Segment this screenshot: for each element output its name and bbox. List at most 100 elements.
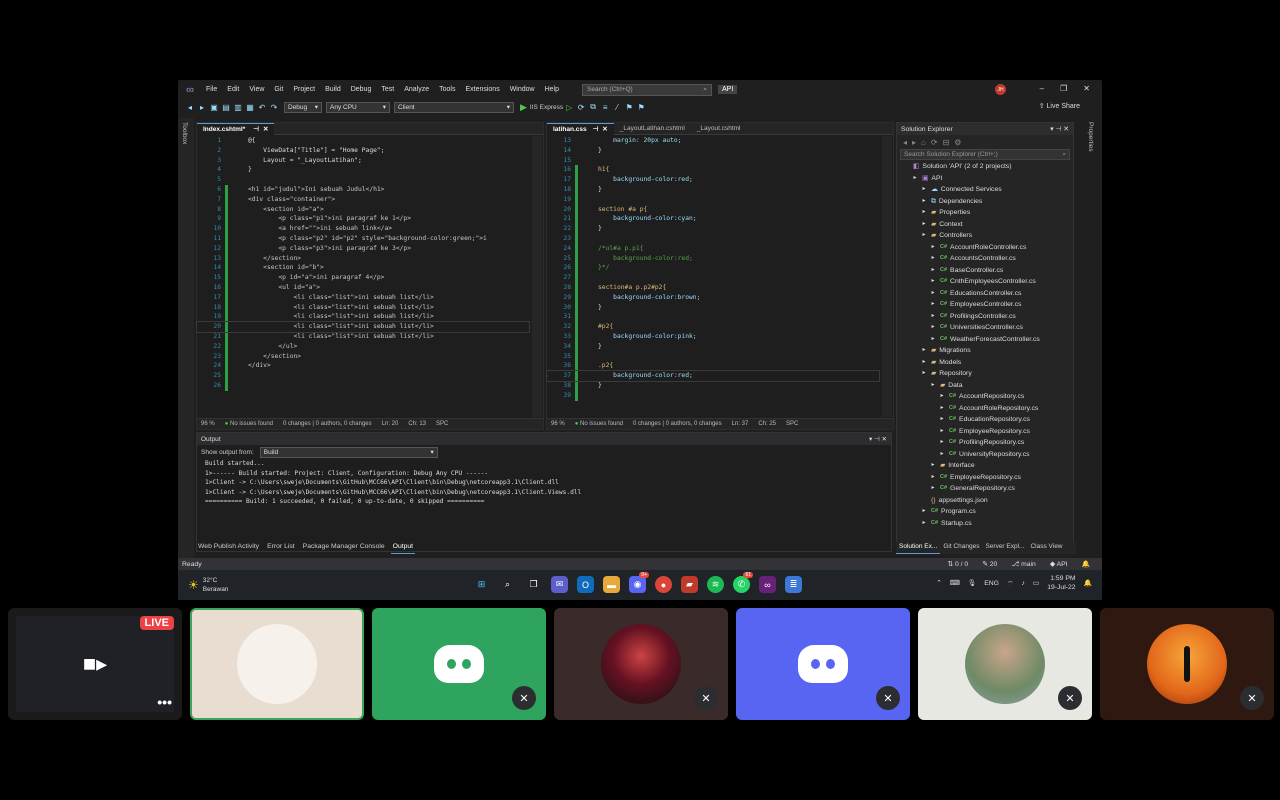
maximize-icon[interactable]: ❐ [1060, 84, 1067, 93]
fold-gutter[interactable] [228, 205, 248, 215]
code-line[interactable]: 28 section#a p.p2#p2{ [547, 282, 879, 293]
clock[interactable]: 1:59 PM 19-Jul-22 [1047, 574, 1075, 592]
volume-icon[interactable]: ♪ [1021, 580, 1024, 587]
visual-studio-icon[interactable]: ∞ [759, 576, 776, 593]
tab-layout[interactable]: _Layout.cshtml [691, 123, 747, 135]
left-editor-scrollbar[interactable] [532, 136, 542, 417]
chevron-right-icon[interactable]: ▸ [919, 207, 929, 219]
fold-gutter[interactable] [228, 136, 248, 146]
code-line[interactable]: 24 </div> [197, 361, 529, 372]
fold-gutter[interactable] [578, 303, 598, 313]
code-line[interactable]: 13 margin: 20px auto; [547, 136, 879, 146]
chevron-down-icon[interactable]: ▾ [869, 436, 872, 443]
expand-arrow-icon[interactable]: ▸ [937, 414, 947, 426]
code-line[interactable]: 26 [197, 380, 529, 391]
zoom-level[interactable]: 96 % [201, 421, 215, 427]
menu-help[interactable]: Help [540, 86, 564, 93]
code-line[interactable]: 12 <p class="p3">ini paragraf ke 3</p> [197, 243, 529, 254]
comment-icon[interactable]: ⁄ [611, 103, 623, 112]
solution-tree-item[interactable]: ▸ C# UniversitiesController.cs [897, 322, 1073, 334]
solution-tree-item[interactable]: ▸ C# EducationsController.cs [897, 288, 1073, 300]
code-line[interactable]: 13 </section> [197, 253, 529, 264]
code-line[interactable]: 18} [547, 184, 879, 195]
expand-arrow-icon[interactable]: ▸ [919, 506, 929, 518]
spotify-icon[interactable]: ≋ [707, 576, 724, 593]
menu-view[interactable]: View [244, 86, 269, 93]
bookmark-icon[interactable]: ⚑ [623, 103, 635, 112]
refresh-icon[interactable]: ⟳ [575, 103, 587, 112]
menu-file[interactable]: File [201, 86, 222, 93]
code-line[interactable]: 3 Layout = "_LayoutLatihan"; [197, 156, 529, 166]
pin-icon[interactable]: ⊣ [874, 436, 880, 443]
chevron-right-icon[interactable]: ▸ [928, 460, 938, 472]
code-line[interactable]: 23 </section> [197, 351, 529, 362]
code-line[interactable]: 32 #p2{ [547, 322, 879, 332]
properties-strip[interactable]: Properties [1084, 118, 1100, 218]
solution-tree-item[interactable]: ▸ ▰ Properties [897, 207, 1073, 219]
chevron-right-icon[interactable]: ▸ [919, 357, 929, 369]
solution-search-input[interactable]: Search Solution Explorer (Ctrl+;) ⌕ [900, 149, 1070, 160]
code-line[interactable]: 19 <li class="list">ini sebuah list</li> [197, 312, 529, 323]
pin-icon[interactable]: ⊣ [1055, 126, 1061, 133]
tab-class-view[interactable]: Class View [1027, 542, 1065, 554]
fold-gutter[interactable] [578, 224, 598, 234]
changes-indicator[interactable]: 0 changes | 0 authors, 0 changes [283, 421, 372, 427]
fold-gutter[interactable] [578, 273, 598, 283]
menu-analyze[interactable]: Analyze [399, 86, 434, 93]
discord-icon[interactable]: ◉ 9+ [629, 572, 649, 593]
fold-gutter[interactable] [228, 254, 248, 264]
fold-gutter[interactable] [578, 165, 598, 175]
solution-tree-item[interactable]: ▸ C# UniversityRepository.cs [897, 449, 1073, 461]
menu-test[interactable]: Test [376, 86, 399, 93]
issues-indicator[interactable]: ● No issues found [225, 421, 273, 427]
solution-tree-item[interactable]: ▸ C# AccountsController.cs [897, 253, 1073, 265]
code-line[interactable]: 36 .p2{ [547, 361, 879, 372]
teams-chat-icon[interactable]: ✉ [551, 576, 568, 593]
changes-indicator[interactable]: 0 changes | 0 authors, 0 changes [633, 421, 722, 427]
sync-icon[interactable]: ⟳ [931, 138, 938, 147]
solution-tree-item[interactable]: ▸ C# ProfilingRepository.cs [897, 437, 1073, 449]
tab-solution-explorer[interactable]: Solution Ex... [896, 542, 941, 554]
menu-tools[interactable]: Tools [434, 86, 460, 93]
code-line[interactable]: 14} [547, 146, 879, 156]
fold-gutter[interactable] [228, 352, 248, 362]
fold-gutter[interactable] [578, 361, 598, 371]
expand-arrow-icon[interactable]: ▸ [928, 483, 938, 495]
fold-gutter[interactable] [228, 342, 248, 352]
toolbox-label[interactable]: Toolbox [181, 122, 188, 144]
solution-tree-item[interactable]: ▸ C# CnthEmployeesController.cs [897, 276, 1073, 288]
chevron-right-icon[interactable]: ▸ [919, 368, 929, 380]
forward-icon[interactable]: ▸ [912, 138, 916, 147]
code-line[interactable]: 18 <li class="list">ini sebuah list</li> [197, 302, 529, 313]
solution-tree-item[interactable]: ▸ ▰ Interface [897, 460, 1073, 472]
tab-index-cshtml[interactable]: Index.cshtml* ⊣ ✕ [197, 122, 275, 135]
fold-gutter[interactable] [578, 195, 598, 205]
format-icon[interactable]: ≡ [599, 103, 611, 112]
back-icon[interactable]: ◂ [903, 138, 907, 147]
code-line[interactable]: 30} [547, 302, 879, 313]
fold-gutter[interactable] [228, 234, 248, 244]
expand-arrow-icon[interactable]: ▸ [919, 518, 929, 530]
expand-arrow-icon[interactable]: ▸ [928, 288, 938, 300]
solution-tree-item[interactable]: ▸ C# BaseController.cs [897, 265, 1073, 277]
expand-arrow-icon[interactable]: ▸ [937, 403, 947, 415]
expand-arrow-icon[interactable]: ▸ [937, 449, 947, 461]
expand-arrow-icon[interactable]: ▸ [937, 437, 947, 449]
chevron-right-icon[interactable]: ▸ [910, 173, 920, 185]
right-code-area[interactable]: 13 margin: 20px auto; 14} 15 16 h1{17 backgr… [546, 136, 880, 417]
expand-arrow-icon[interactable]: ▸ [937, 426, 947, 438]
fold-gutter[interactable] [228, 195, 248, 205]
fold-gutter[interactable] [578, 332, 598, 342]
solution-tree-item[interactable]: ▸ ▰ Models [897, 357, 1073, 369]
fold-gutter[interactable] [578, 146, 598, 156]
menu-project[interactable]: Project [288, 86, 320, 93]
fold-gutter[interactable] [578, 342, 598, 352]
solution-tree-item[interactable]: ▸ C# WeatherForecastController.cs [897, 334, 1073, 346]
fold-gutter[interactable] [228, 175, 248, 185]
fold-gutter[interactable] [228, 322, 248, 332]
solution-tree-item[interactable]: ▸ C# EmployeeRepository.cs [897, 472, 1073, 484]
tab-error-list[interactable]: Error List [265, 542, 297, 554]
notification-bell-icon[interactable]: 🔔 [1084, 579, 1092, 587]
solution-tree-item[interactable]: ▸ ▰ Context [897, 219, 1073, 231]
code-line[interactable]: 19 [547, 194, 879, 205]
